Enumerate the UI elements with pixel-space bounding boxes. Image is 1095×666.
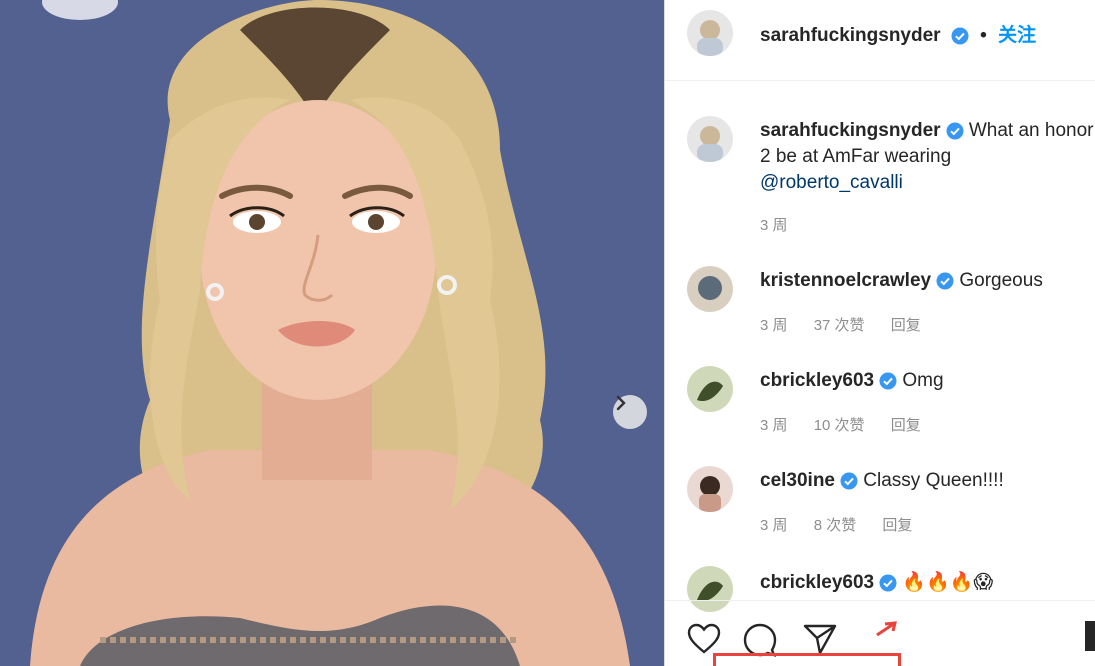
comment-username[interactable]: cbrickley603 <box>760 572 874 593</box>
comment-text: 🔥🔥🔥😱 <box>902 572 994 593</box>
caption-username[interactable]: sarahfuckingsnyder <box>760 120 941 141</box>
annotation-arrow-icon <box>876 621 897 637</box>
comment-reply-button[interactable]: 回复 <box>891 417 921 434</box>
comment-text: Omg <box>902 370 944 391</box>
comment-reply-button[interactable]: 回复 <box>882 517 912 534</box>
comment-likes[interactable]: 37 次赞 <box>814 317 865 334</box>
comment-meta: 3 周 10 次赞 回复 <box>760 414 943 435</box>
comment-row: cbrickley603 Omg <box>760 370 944 392</box>
comment-row: cel30ine Classy Queen!!!! <box>760 470 1004 492</box>
caption-mention-link[interactable]: @roberto_cavalli <box>760 172 903 193</box>
caption-avatar[interactable] <box>687 116 733 162</box>
next-image-button[interactable] <box>613 395 647 429</box>
comment-likes[interactable]: 8 次赞 <box>814 517 857 534</box>
comment-likes[interactable]: 10 次赞 <box>814 417 865 434</box>
comment-row: kristennoelcrawley Gorgeous <box>760 270 1043 292</box>
comment-reply-button[interactable]: 回复 <box>891 317 921 334</box>
post-header: sarahfuckingsnyder • 关注 <box>665 0 1095 81</box>
comment-row: cbrickley603 🔥🔥🔥😱 <box>760 570 993 594</box>
follow-button[interactable]: 关注 <box>998 25 1036 46</box>
verified-icon <box>936 272 954 290</box>
comment-avatar[interactable] <box>687 466 733 512</box>
comment-username[interactable]: kristennoelcrawley <box>760 270 931 291</box>
highlight-box <box>713 653 901 666</box>
comment-avatar[interactable] <box>687 266 733 312</box>
chevron-right-icon <box>616 395 626 411</box>
post-caption: sarahfuckingsnyder What an honor 2 be at… <box>760 118 1095 196</box>
verified-icon <box>879 574 897 592</box>
caption-line-1: What an honor <box>968 120 1094 141</box>
author-avatar[interactable] <box>687 10 733 56</box>
post-details-panel: sarahfuckingsnyder • 关注 sarahfuckingsnyd… <box>665 0 1095 666</box>
caption-meta: 3 周 <box>760 214 810 235</box>
verified-icon <box>946 122 964 140</box>
comment-time[interactable]: 3 周 <box>760 517 788 534</box>
like-icon[interactable] <box>687 623 721 655</box>
comment-time[interactable]: 3 周 <box>760 317 788 334</box>
comment-icon[interactable] <box>743 623 777 657</box>
caption-time[interactable]: 3 周 <box>760 217 788 234</box>
comment-time[interactable]: 3 周 <box>760 417 788 434</box>
comment-avatar[interactable] <box>687 366 733 412</box>
post-photo[interactable] <box>0 0 664 666</box>
share-icon[interactable] <box>803 623 837 655</box>
comment-username[interactable]: cbrickley603 <box>760 370 874 391</box>
verified-icon <box>840 472 858 490</box>
comment-text: Gorgeous <box>959 270 1043 291</box>
separator-dot: • <box>980 25 987 46</box>
verified-icon <box>951 27 969 45</box>
comment-username[interactable]: cel30ine <box>760 470 835 491</box>
portrait-image <box>0 0 664 666</box>
save-icon[interactable] <box>1085 621 1095 651</box>
caption-line-2: 2 be at AmFar wearing <box>760 146 952 167</box>
comment-meta: 3 周 37 次赞 回复 <box>760 314 943 335</box>
author-username[interactable]: sarahfuckingsnyder <box>760 25 941 46</box>
comment-meta: 3 周 8 次赞 回复 <box>760 514 934 535</box>
verified-icon <box>879 372 897 390</box>
comment-text: Classy Queen!!!! <box>863 470 1004 491</box>
